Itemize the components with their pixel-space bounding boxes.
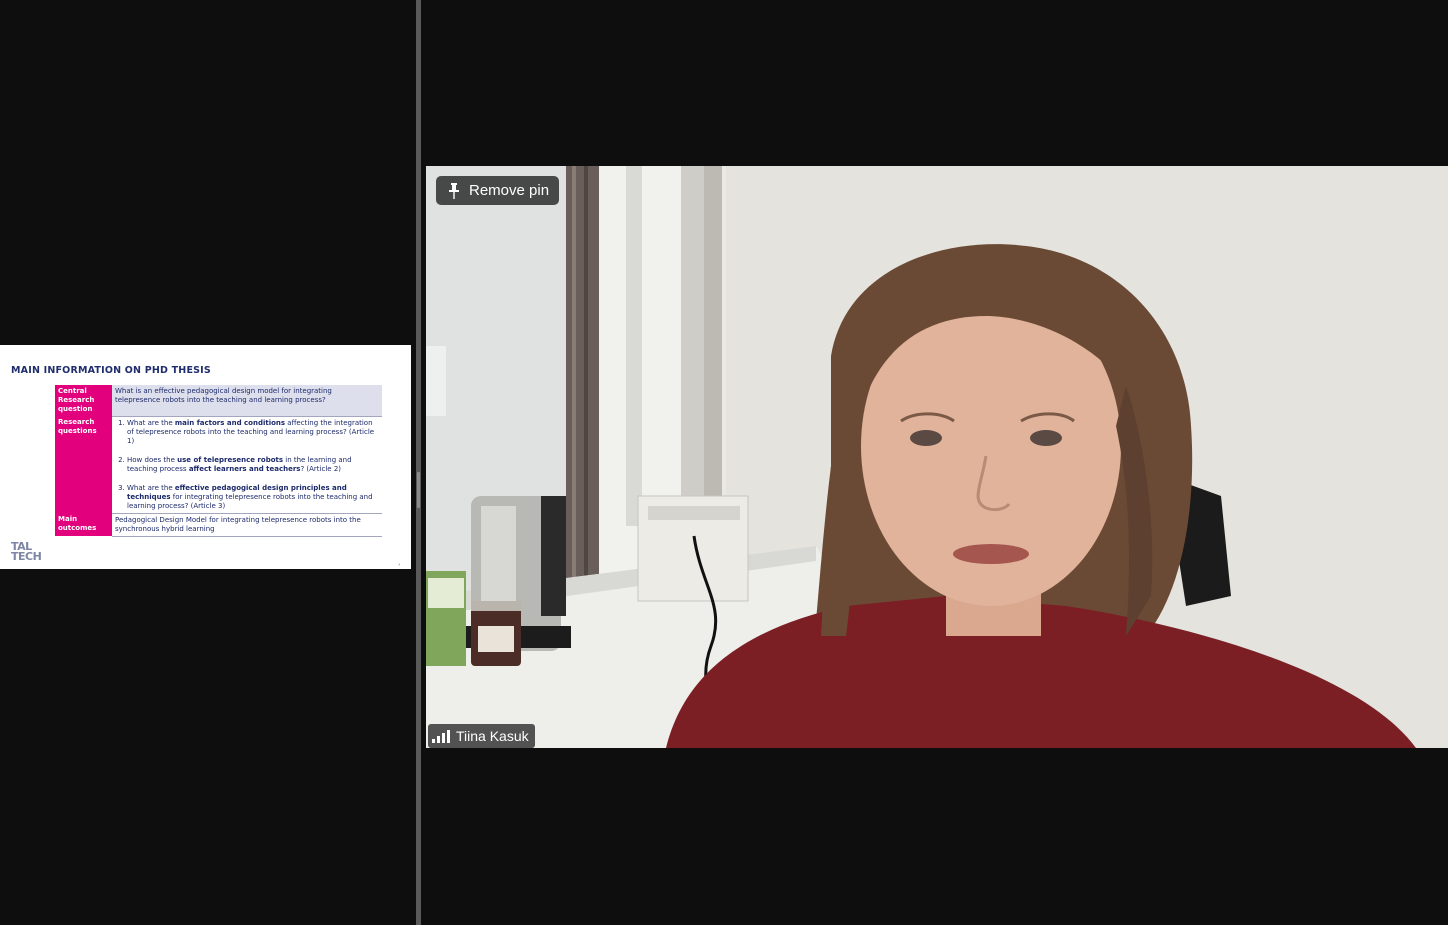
- row-header: Main outcomes: [55, 513, 112, 536]
- row-header: Research questions: [55, 416, 112, 513]
- participant-name: Tiina Kasuk: [456, 728, 529, 744]
- row-header: Central Research question: [55, 385, 112, 416]
- thesis-table: Central Research question What is an eff…: [55, 385, 382, 537]
- taltech-logo: TAL TECH: [11, 540, 42, 563]
- remove-pin-button[interactable]: Remove pin: [436, 176, 560, 205]
- research-questions-cell: What are the main factors and conditions…: [112, 416, 382, 514]
- list-item: What are the main factors and conditions…: [127, 419, 379, 446]
- table-row: Research questions What are the main fac…: [55, 416, 382, 514]
- presentation-slide: MAIN INFORMATION ON PHD THESIS Central R…: [0, 345, 411, 569]
- list-item: How does the use of telepresence robots …: [127, 456, 379, 474]
- row-text: What is an effective pedagogical design …: [112, 385, 382, 417]
- signal-strength-icon: [432, 729, 450, 743]
- table-row: Central Research question What is an eff…: [55, 385, 382, 417]
- row-text: Pedagogical Design Model for integrating…: [112, 513, 382, 537]
- table-row: Main outcomes Pedagogical Design Model f…: [55, 513, 382, 537]
- shared-screen-panel: MAIN INFORMATION ON PHD THESIS Central R…: [0, 0, 416, 925]
- slide-title: MAIN INFORMATION ON PHD THESIS: [11, 365, 211, 376]
- participant-name-chip: Tiina Kasuk: [428, 724, 535, 748]
- participant-video-tile[interactable]: Remove pin Tiina Kasuk: [426, 166, 1448, 748]
- research-questions-list: What are the main factors and conditions…: [115, 419, 379, 511]
- remove-pin-label: Remove pin: [469, 182, 550, 199]
- pin-icon: [449, 182, 459, 199]
- panel-divider[interactable]: [416, 0, 421, 925]
- divider-drag-handle[interactable]: [417, 472, 420, 508]
- slide-page-marker: ›: [398, 562, 400, 568]
- participant-video-feed: [426, 166, 1448, 748]
- list-item: What are the effective pedagogical desig…: [127, 484, 379, 511]
